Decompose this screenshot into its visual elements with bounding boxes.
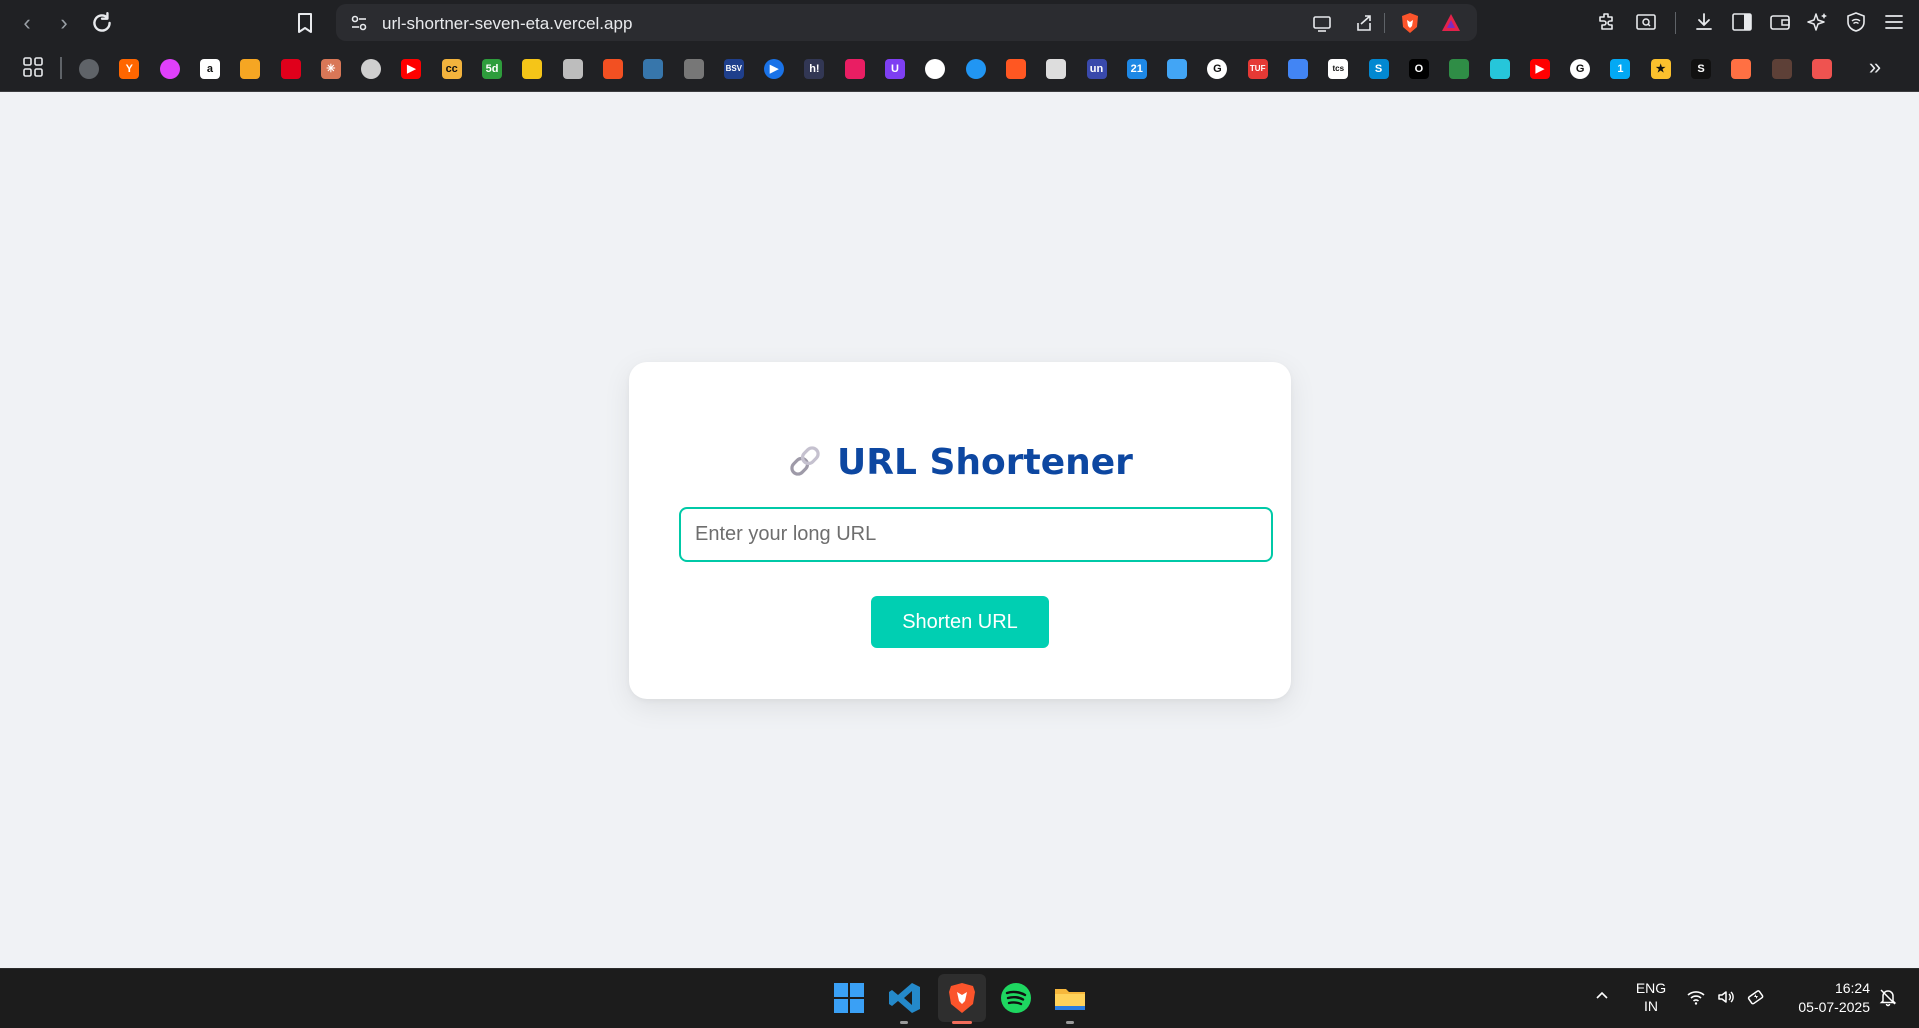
reload-icon[interactable] <box>89 10 115 36</box>
clock-time: 16:24 <box>1834 980 1870 996</box>
downloads-icon[interactable] <box>1693 11 1715 33</box>
bookmark-udemy-icon[interactable]: U <box>885 59 905 79</box>
bookmark-star-app-icon[interactable]: ★ <box>1650 59 1671 79</box>
bookmark-key-icon[interactable] <box>522 59 543 79</box>
bookmark-tuf-icon[interactable]: TUF <box>1247 59 1268 79</box>
bookmark-microsoft-icon[interactable] <box>602 59 623 79</box>
bookmark-oracle-icon[interactable] <box>280 59 301 79</box>
bookmark-unstop-icon[interactable] <box>844 59 865 79</box>
bookmark-ycombinator-icon[interactable]: Y <box>119 59 140 79</box>
bookmark-claude-icon[interactable]: ✳ <box>320 59 341 79</box>
bookmark-one-app-icon[interactable]: 1 <box>1610 59 1631 79</box>
brave-shields-icon[interactable] <box>1399 12 1421 34</box>
bookmark-5d-icon[interactable]: 5d <box>482 59 502 79</box>
battery-icon[interactable] <box>1746 987 1766 1007</box>
page-title-text: URL Shortener <box>837 442 1133 483</box>
bookmark-google-2-icon[interactable]: G <box>1570 59 1591 79</box>
bookmark-cisco-icon[interactable] <box>683 59 704 79</box>
clock-date: 05-07-2025 <box>1798 999 1870 1015</box>
bookmarks-divider <box>60 57 62 79</box>
bookmark-arrow-app-icon[interactable] <box>1005 59 1026 79</box>
page-title: URL Shortener <box>629 442 1291 483</box>
bookmark-chess-icon[interactable] <box>361 59 382 79</box>
bookmark-agency-icon[interactable] <box>1046 59 1067 79</box>
volume-icon[interactable] <box>1716 987 1736 1007</box>
bookmark-s-app-icon[interactable]: S <box>1368 59 1389 79</box>
url-text[interactable]: url-shortner-seven-eta.vercel.app <box>382 14 632 34</box>
bookmark-dark-app-icon[interactable] <box>1771 59 1792 79</box>
shortener-card: URL Shortener Shorten URL <box>629 362 1291 699</box>
bookmark-youtube-2-icon[interactable]: ▶ <box>1529 59 1550 79</box>
bookmark-news-icon[interactable] <box>562 59 583 79</box>
file-explorer-icon[interactable] <box>1053 981 1087 1015</box>
site-settings-icon[interactable] <box>350 14 368 32</box>
bookmark-o-app-icon[interactable]: O <box>1408 59 1429 79</box>
bookmark-cc-icon[interactable]: cc <box>441 59 462 79</box>
link-icon <box>790 446 820 476</box>
leo-ai-icon[interactable] <box>1807 11 1829 33</box>
page-body: URL Shortener Shorten URL <box>0 92 1919 968</box>
bookmarks-bar: Ya ✳ ▶ cc 5d BSV ▶ h! Uun 21 G TUF tcs S O ▶ G 1 ★ S » <box>0 45 1919 92</box>
explorer-running-indicator <box>1066 1021 1074 1024</box>
shorten-url-button[interactable]: Shorten URL <box>871 596 1049 648</box>
windows-start-icon[interactable] <box>832 981 866 1015</box>
brave-active-indicator <box>952 1021 972 1024</box>
show-hidden-icons-chevron-icon[interactable] <box>1594 987 1610 1003</box>
bookmark-play-icon[interactable]: ▶ <box>764 59 785 79</box>
back-arrow-icon[interactable]: ‹ <box>14 10 40 36</box>
browser-toolbar: ‹ › url-shortner-seven-eta.vercel.app <box>0 0 1919 45</box>
vscode-running-indicator <box>900 1021 908 1024</box>
bookmark-bsv-icon[interactable]: BSV <box>723 59 744 79</box>
apps-grid-icon[interactable] <box>22 56 44 78</box>
windows-taskbar: ENG IN 16:24 05-07-2025 <box>0 968 1919 1028</box>
spotify-icon[interactable] <box>999 981 1033 1015</box>
sidebar-icon[interactable] <box>1731 11 1753 33</box>
bookmark-circle-app-icon[interactable] <box>159 59 180 79</box>
vscode-icon[interactable] <box>888 981 922 1015</box>
bookmark-globe-icon[interactable] <box>79 59 99 79</box>
bookmark-un-icon[interactable]: un <box>1086 59 1107 79</box>
bookmark-gemini-app-icon[interactable] <box>965 59 986 79</box>
bookmark-openai-icon[interactable] <box>925 59 946 79</box>
more-bookmarks-icon[interactable]: » <box>1864 55 1886 79</box>
brave-rewards-icon[interactable] <box>1440 12 1462 34</box>
address-bar[interactable]: url-shortner-seven-eta.vercel.app <box>336 4 1477 41</box>
wifi-icon[interactable] <box>1686 987 1706 1007</box>
bookmark-amazon-icon[interactable]: a <box>199 59 220 79</box>
main-menu-icon[interactable] <box>1883 11 1905 33</box>
vpn-shield-icon[interactable] <box>1845 11 1867 33</box>
reader-mode-icon[interactable] <box>1635 11 1657 33</box>
bookmark-eraser-app-icon[interactable] <box>1811 59 1832 79</box>
bookmark-nptel-icon[interactable] <box>240 59 261 79</box>
input-language-indicator[interactable]: ENG IN <box>1626 979 1676 1015</box>
address-bar-divider <box>1384 13 1385 33</box>
bookmark-s-black-icon[interactable]: S <box>1691 59 1711 79</box>
bookmark-pair-icon[interactable] <box>1489 59 1510 79</box>
extensions-icon[interactable] <box>1596 11 1618 33</box>
wallet-icon[interactable] <box>1769 11 1791 33</box>
long-url-input[interactable] <box>679 507 1273 562</box>
toolbar-divider <box>1675 12 1676 34</box>
bookmark-box-app-icon[interactable] <box>1731 59 1752 79</box>
bookmark-calendar-icon[interactable]: 21 <box>1126 59 1147 79</box>
bookmark-hackerearth-icon[interactable]: h! <box>804 59 825 79</box>
cast-icon[interactable] <box>1312 13 1332 33</box>
lang-code: ENG <box>1635 980 1667 996</box>
brave-icon[interactable] <box>945 981 979 1015</box>
bookmark-gfg-icon[interactable] <box>1449 59 1470 79</box>
forward-arrow-icon[interactable]: › <box>51 10 77 36</box>
bookmark-gcloud-icon[interactable] <box>1288 59 1308 79</box>
system-clock[interactable]: 16:24 05-07-2025 <box>1780 979 1870 1017</box>
bookmark-icon[interactable] <box>294 11 316 35</box>
bookmark-fish-icon[interactable] <box>1167 59 1188 79</box>
bookmark-tcs-icon[interactable]: tcs <box>1328 59 1349 79</box>
notifications-icon[interactable] <box>1878 987 1898 1007</box>
bookmark-youtube-icon[interactable]: ▶ <box>401 59 422 79</box>
bookmark-google-icon[interactable]: G <box>1207 59 1228 79</box>
share-icon[interactable] <box>1354 13 1374 33</box>
region-code: IN <box>1644 998 1658 1014</box>
bookmark-python-icon[interactable] <box>643 59 664 79</box>
